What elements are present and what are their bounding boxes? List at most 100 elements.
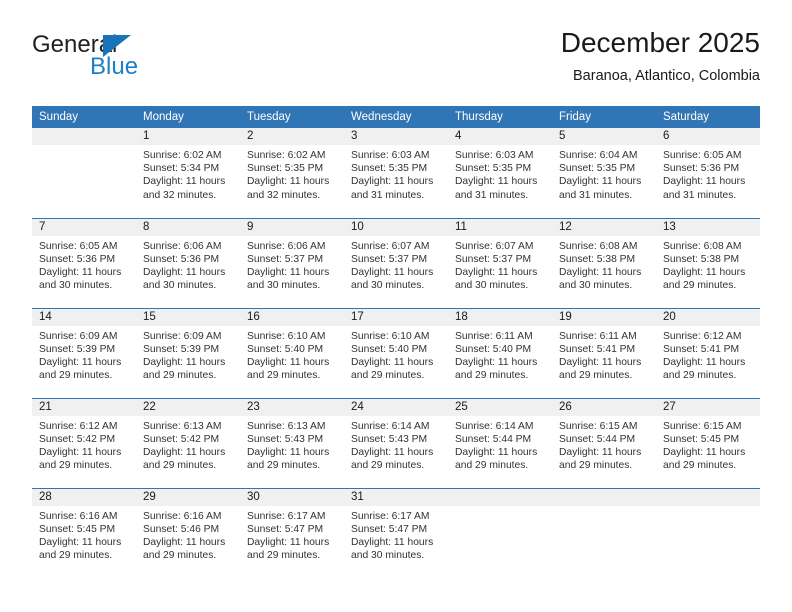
day-cell[interactable]: 4 Sunrise: 6:03 AM Sunset: 5:35 PM Dayli…: [448, 128, 552, 218]
daylight-text-line1: Daylight: 11 hours: [455, 446, 538, 458]
sunrise-text: Sunrise: 6:09 AM: [39, 330, 118, 342]
day-cell[interactable]: 9 Sunrise: 6:06 AM Sunset: 5:37 PM Dayli…: [240, 217, 344, 308]
daylight-text-line2: and 29 minutes.: [247, 460, 321, 472]
sunset-text: Sunset: 5:36 PM: [663, 163, 740, 175]
day-cell[interactable]: 17 Sunrise: 6:10 AM Sunset: 5:40 PM Dayl…: [344, 307, 448, 398]
daylight-text-line1: Daylight: 11 hours: [559, 446, 642, 458]
day-cell[interactable]: 21 Sunrise: 6:12 AM Sunset: 5:42 PM Dayl…: [32, 397, 136, 488]
sunrise-text: Sunrise: 6:04 AM: [559, 150, 638, 161]
day-cell[interactable]: 19 Sunrise: 6:11 AM Sunset: 5:41 PM Dayl…: [552, 307, 656, 398]
day-number: 22: [136, 398, 240, 416]
day-cell[interactable]: 29 Sunrise: 6:16 AM Sunset: 5:46 PM Dayl…: [136, 487, 240, 578]
daylight-text-line2: and 29 minutes.: [39, 460, 113, 472]
calendar-page: General Blue December 2025 Baranoa, Atla…: [0, 0, 792, 612]
day-cell[interactable]: 15 Sunrise: 6:09 AM Sunset: 5:39 PM Dayl…: [136, 307, 240, 398]
day-cell[interactable]: 30 Sunrise: 6:17 AM Sunset: 5:47 PM Dayl…: [240, 487, 344, 578]
sunrise-text: Sunrise: 6:10 AM: [351, 330, 430, 342]
day-cell: [552, 487, 656, 578]
sunrise-text: Sunrise: 6:06 AM: [247, 240, 326, 252]
daylight-text-line1: Daylight: 11 hours: [247, 266, 330, 278]
day-number: [656, 488, 760, 506]
weekday-header-row: Sunday Monday Tuesday Wednesday Thursday…: [32, 106, 760, 128]
day-cell[interactable]: 23 Sunrise: 6:13 AM Sunset: 5:43 PM Dayl…: [240, 397, 344, 488]
daylight-text-line2: and 29 minutes.: [663, 460, 737, 472]
day-details: Sunrise: 6:07 AM Sunset: 5:37 PM Dayligh…: [448, 236, 552, 293]
weekday-header-thursday: Thursday: [448, 106, 552, 128]
day-cell[interactable]: 1 Sunrise: 6:02 AM Sunset: 5:34 PM Dayli…: [136, 128, 240, 218]
day-number: 9: [240, 218, 344, 236]
day-cell[interactable]: 8 Sunrise: 6:06 AM Sunset: 5:36 PM Dayli…: [136, 217, 240, 308]
daylight-text-line1: Daylight: 11 hours: [663, 446, 746, 458]
week-row: 7 Sunrise: 6:05 AM Sunset: 5:36 PM Dayli…: [32, 217, 760, 308]
day-details: Sunrise: 6:11 AM Sunset: 5:41 PM Dayligh…: [552, 326, 656, 383]
daylight-text-line2: and 31 minutes.: [559, 189, 633, 201]
daylight-text-line1: Daylight: 11 hours: [143, 266, 226, 278]
day-number: 11: [448, 218, 552, 236]
daylight-text-line1: Daylight: 11 hours: [247, 536, 330, 548]
day-cell[interactable]: 16 Sunrise: 6:10 AM Sunset: 5:40 PM Dayl…: [240, 307, 344, 398]
sunset-text: Sunset: 5:35 PM: [247, 163, 324, 175]
day-number: 17: [344, 308, 448, 326]
day-cell[interactable]: 28 Sunrise: 6:16 AM Sunset: 5:45 PM Dayl…: [32, 487, 136, 578]
day-number: 19: [552, 308, 656, 326]
day-cell[interactable]: 31 Sunrise: 6:17 AM Sunset: 5:47 PM Dayl…: [344, 487, 448, 578]
sunset-text: Sunset: 5:47 PM: [351, 523, 428, 535]
day-number: 8: [136, 218, 240, 236]
day-details: Sunrise: 6:02 AM Sunset: 5:34 PM Dayligh…: [136, 145, 240, 202]
calendar-grid: Sunday Monday Tuesday Wednesday Thursday…: [32, 106, 760, 578]
day-cell[interactable]: 14 Sunrise: 6:09 AM Sunset: 5:39 PM Dayl…: [32, 307, 136, 398]
day-details: Sunrise: 6:03 AM Sunset: 5:35 PM Dayligh…: [344, 145, 448, 202]
day-cell[interactable]: 18 Sunrise: 6:11 AM Sunset: 5:40 PM Dayl…: [448, 307, 552, 398]
day-cell[interactable]: 22 Sunrise: 6:13 AM Sunset: 5:42 PM Dayl…: [136, 397, 240, 488]
sunrise-text: Sunrise: 6:02 AM: [143, 150, 222, 161]
day-details: Sunrise: 6:10 AM Sunset: 5:40 PM Dayligh…: [240, 326, 344, 383]
day-cell[interactable]: 5 Sunrise: 6:04 AM Sunset: 5:35 PM Dayli…: [552, 128, 656, 218]
daylight-text-line2: and 29 minutes.: [247, 370, 321, 382]
day-cell[interactable]: 25 Sunrise: 6:14 AM Sunset: 5:44 PM Dayl…: [448, 397, 552, 488]
day-cell[interactable]: 27 Sunrise: 6:15 AM Sunset: 5:45 PM Dayl…: [656, 397, 760, 488]
day-cell[interactable]: 26 Sunrise: 6:15 AM Sunset: 5:44 PM Dayl…: [552, 397, 656, 488]
daylight-text-line1: Daylight: 11 hours: [663, 356, 746, 368]
day-number: 27: [656, 398, 760, 416]
daylight-text-line2: and 30 minutes.: [559, 280, 633, 292]
page-header: General Blue December 2025 Baranoa, Atla…: [32, 26, 760, 98]
day-number: 10: [344, 218, 448, 236]
day-cell[interactable]: 7 Sunrise: 6:05 AM Sunset: 5:36 PM Dayli…: [32, 217, 136, 308]
day-number: [552, 488, 656, 506]
day-number: [32, 128, 136, 145]
general-blue-logo[interactable]: General Blue: [32, 32, 232, 90]
calendar-table: Sunday Monday Tuesday Wednesday Thursday…: [32, 106, 760, 578]
day-cell[interactable]: 6 Sunrise: 6:05 AM Sunset: 5:36 PM Dayli…: [656, 128, 760, 218]
daylight-text-line2: and 30 minutes.: [351, 280, 425, 292]
day-number: 24: [344, 398, 448, 416]
day-number: 1: [136, 128, 240, 145]
day-cell[interactable]: 3 Sunrise: 6:03 AM Sunset: 5:35 PM Dayli…: [344, 128, 448, 218]
weekday-header-saturday: Saturday: [656, 106, 760, 128]
day-details: Sunrise: 6:12 AM Sunset: 5:42 PM Dayligh…: [32, 416, 136, 473]
weekday-header-friday: Friday: [552, 106, 656, 128]
day-details: Sunrise: 6:02 AM Sunset: 5:35 PM Dayligh…: [240, 145, 344, 202]
week-row: 28 Sunrise: 6:16 AM Sunset: 5:45 PM Dayl…: [32, 487, 760, 578]
daylight-text-line2: and 31 minutes.: [455, 189, 529, 201]
day-details: Sunrise: 6:13 AM Sunset: 5:42 PM Dayligh…: [136, 416, 240, 473]
sunrise-text: Sunrise: 6:13 AM: [143, 420, 222, 432]
day-number: 21: [32, 398, 136, 416]
day-cell[interactable]: 2 Sunrise: 6:02 AM Sunset: 5:35 PM Dayli…: [240, 128, 344, 218]
day-cell[interactable]: 24 Sunrise: 6:14 AM Sunset: 5:43 PM Dayl…: [344, 397, 448, 488]
day-number: 13: [656, 218, 760, 236]
sunrise-text: Sunrise: 6:12 AM: [663, 330, 742, 342]
day-details: Sunrise: 6:17 AM Sunset: 5:47 PM Dayligh…: [344, 506, 448, 563]
day-cell[interactable]: 13 Sunrise: 6:08 AM Sunset: 5:38 PM Dayl…: [656, 217, 760, 308]
daylight-text-line1: Daylight: 11 hours: [559, 176, 642, 188]
day-cell[interactable]: 12 Sunrise: 6:08 AM Sunset: 5:38 PM Dayl…: [552, 217, 656, 308]
day-number: 18: [448, 308, 552, 326]
day-cell[interactable]: 11 Sunrise: 6:07 AM Sunset: 5:37 PM Dayl…: [448, 217, 552, 308]
daylight-text-line1: Daylight: 11 hours: [247, 446, 330, 458]
day-number: 7: [32, 218, 136, 236]
daylight-text-line2: and 29 minutes.: [351, 370, 425, 382]
day-cell[interactable]: 20 Sunrise: 6:12 AM Sunset: 5:41 PM Dayl…: [656, 307, 760, 398]
daylight-text-line2: and 29 minutes.: [247, 550, 321, 562]
daylight-text-line2: and 31 minutes.: [351, 189, 425, 201]
day-cell[interactable]: 10 Sunrise: 6:07 AM Sunset: 5:37 PM Dayl…: [344, 217, 448, 308]
day-details: Sunrise: 6:05 AM Sunset: 5:36 PM Dayligh…: [656, 145, 760, 202]
